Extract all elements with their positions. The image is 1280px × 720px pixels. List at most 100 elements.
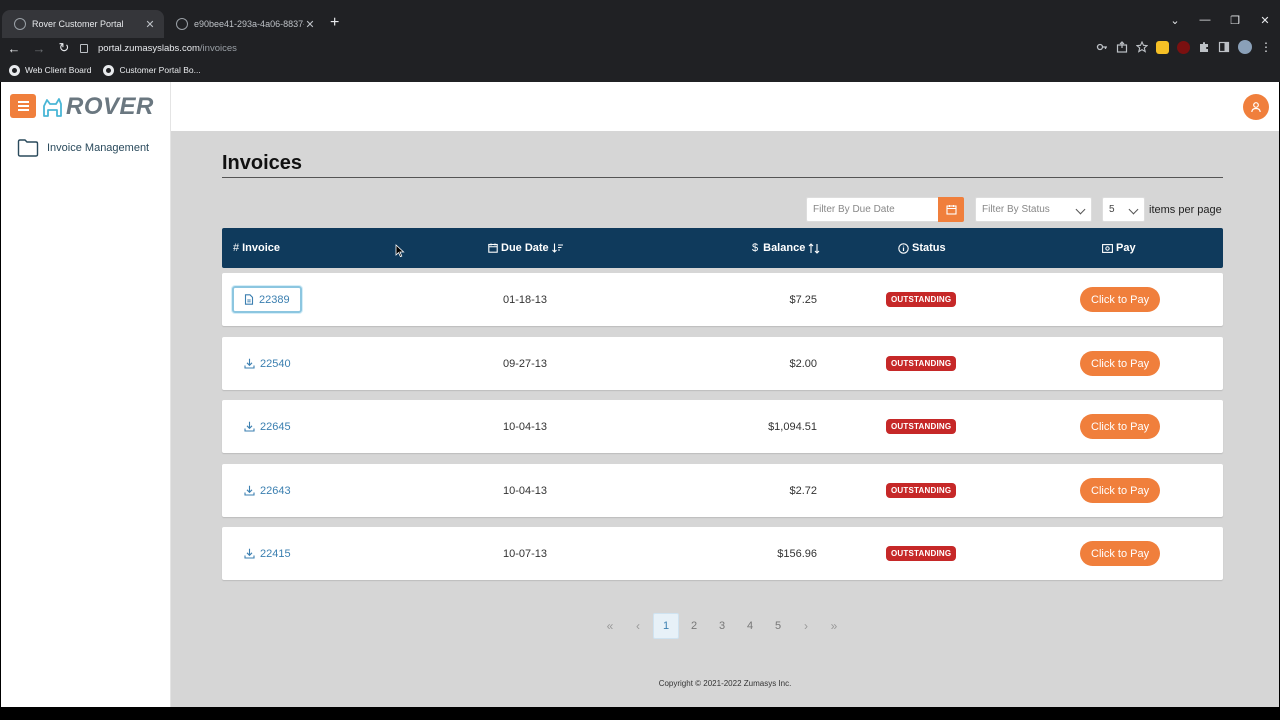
kebab-menu-icon[interactable]: ⋮ [1260,40,1272,54]
first-page-button[interactable]: « [597,613,623,639]
file-pdf-icon [244,294,254,305]
click-to-pay-button[interactable]: Click to Pay [1080,351,1161,376]
click-to-pay-button[interactable]: Click to Pay [1080,287,1161,312]
browser-chrome: Rover Customer Portal ✕ e90bee41-293a-4a… [0,0,1280,82]
side-panel-icon[interactable] [1218,41,1230,53]
top-bar [171,82,1279,131]
status-badge: OUTSTANDING [886,292,957,307]
chevron-down-icon [1075,204,1086,215]
browser-tab[interactable]: e90bee41-293a-4a06-8837-371a ✕ [164,10,324,38]
due-date-filter-input[interactable]: Filter By Due Date [806,197,938,222]
status-badge: OUTSTANDING [886,419,957,434]
column-label: Pay [1116,242,1136,254]
minimize-icon[interactable]: — [1190,14,1220,27]
click-to-pay-button[interactable]: Click to Pay [1080,541,1161,566]
download-icon [244,421,255,432]
invoice-link[interactable]: 22389 [232,286,302,313]
column-header-status: Status [898,228,946,268]
star-icon[interactable] [1136,41,1148,53]
invoice-number: 22389 [259,293,290,306]
browser-tab-active[interactable]: Rover Customer Portal ✕ [2,10,164,38]
page-button-5[interactable]: 5 [765,613,791,639]
sort-both-icon[interactable] [808,242,820,254]
status-filter-select[interactable]: Filter By Status [975,197,1092,222]
forward-icon[interactable]: → [28,41,50,56]
bookmark-item[interactable]: Customer Portal Bo... [103,64,201,76]
extension-icons: ⋮ [1096,40,1272,54]
payment-icon [1102,243,1113,253]
page-button-2[interactable]: 2 [681,613,707,639]
invoice-number: 22643 [260,484,291,497]
pay-cell: Click to Pay [1080,464,1161,517]
column-header-due-date[interactable]: Due Date [488,228,564,268]
close-icon[interactable]: ✕ [144,18,156,31]
items-per-page-label: items per page [1149,203,1222,216]
user-icon [1251,102,1261,113]
invoice-link[interactable]: 22540 [232,350,303,377]
new-tab-icon[interactable]: + [330,14,339,32]
invoice-link[interactable]: 22415 [232,540,303,567]
last-page-button[interactable]: » [821,613,847,639]
tab-search-icon[interactable]: ⌄ [1160,14,1190,27]
share-icon[interactable] [1116,41,1128,53]
status-badge: OUTSTANDING [886,546,957,561]
column-label: Balance [763,242,806,254]
user-account-button[interactable] [1243,94,1269,120]
page-button-1[interactable]: 1 [653,613,679,639]
status-cell: OUTSTANDING [886,400,957,453]
url-path: /invoices [199,42,237,54]
close-icon[interactable]: ✕ [304,18,316,31]
restore-icon[interactable]: ❐ [1220,14,1250,27]
globe-icon [14,18,26,30]
address-bar[interactable]: portal.zumasyslabs.com/invoices [74,37,1124,59]
calendar-button[interactable] [938,197,964,222]
hamburger-line [17,101,29,103]
status-cell: OUTSTANDING [886,527,957,580]
invoice-link[interactable]: 22645 [232,413,303,440]
pay-cell: Click to Pay [1080,527,1161,580]
bookmark-item[interactable]: Web Client Board [9,64,91,76]
click-to-pay-button[interactable]: Click to Pay [1080,478,1161,503]
calendar-icon [488,243,498,253]
table-row: 22415 10-07-13 $156.96 OUTSTANDING Click… [222,527,1223,580]
key-icon[interactable] [1096,41,1108,53]
back-icon[interactable]: ← [3,41,25,56]
globe-icon [176,18,188,30]
profile-avatar-icon[interactable] [1238,40,1252,54]
sidebar: ROVER Invoice Management [1,82,171,707]
hamburger-menu-button[interactable] [10,94,36,118]
page-button-3[interactable]: 3 [709,613,735,639]
rover-logo[interactable]: ROVER [41,93,154,121]
balance-cell: $2.72 [789,484,817,497]
sidebar-item-invoice-management[interactable]: Invoice Management [17,139,149,157]
lock-icon [80,43,88,53]
column-label: Invoice [242,242,281,254]
items-per-page-select[interactable]: 5 [1102,197,1145,222]
due-date-cell: 10-04-13 [503,484,548,497]
pay-cell: Click to Pay [1080,273,1161,326]
column-header-balance[interactable]: $ Balance [752,228,820,268]
extension-sticky-icon[interactable] [1156,40,1169,54]
sort-desc-icon[interactable] [551,243,564,253]
reload-icon[interactable]: ↻ [53,40,75,56]
extension-ublock-icon[interactable] [1177,40,1190,54]
puzzle-icon[interactable] [1198,41,1210,53]
invoice-link[interactable]: 22643 [232,477,303,504]
pagination: « ‹ 1 2 3 4 5 › » [597,613,849,639]
invoice-cell: 22415 [222,527,303,580]
table-header: # Invoice Due Date $ Balance Status Pay [222,228,1223,268]
download-icon [244,358,255,369]
table-row: 22643 10-04-13 $2.72 OUTSTANDING Click t… [222,464,1223,517]
status-badge: OUTSTANDING [886,356,957,371]
folder-icon [17,139,39,157]
mouse-cursor-icon [395,244,405,258]
click-to-pay-button[interactable]: Click to Pay [1080,414,1161,439]
tab-bar: Rover Customer Portal ✕ e90bee41-293a-4a… [0,8,1280,38]
next-page-button[interactable]: › [793,613,819,639]
page-button-4[interactable]: 4 [737,613,763,639]
prev-page-button[interactable]: ‹ [625,613,651,639]
column-header-invoice: # Invoice [233,228,280,268]
app-root: ROVER Invoice Management Invoices Filter… [1,82,1279,707]
close-window-icon[interactable]: ✕ [1250,14,1280,27]
invoice-cell: 22540 [222,337,303,390]
